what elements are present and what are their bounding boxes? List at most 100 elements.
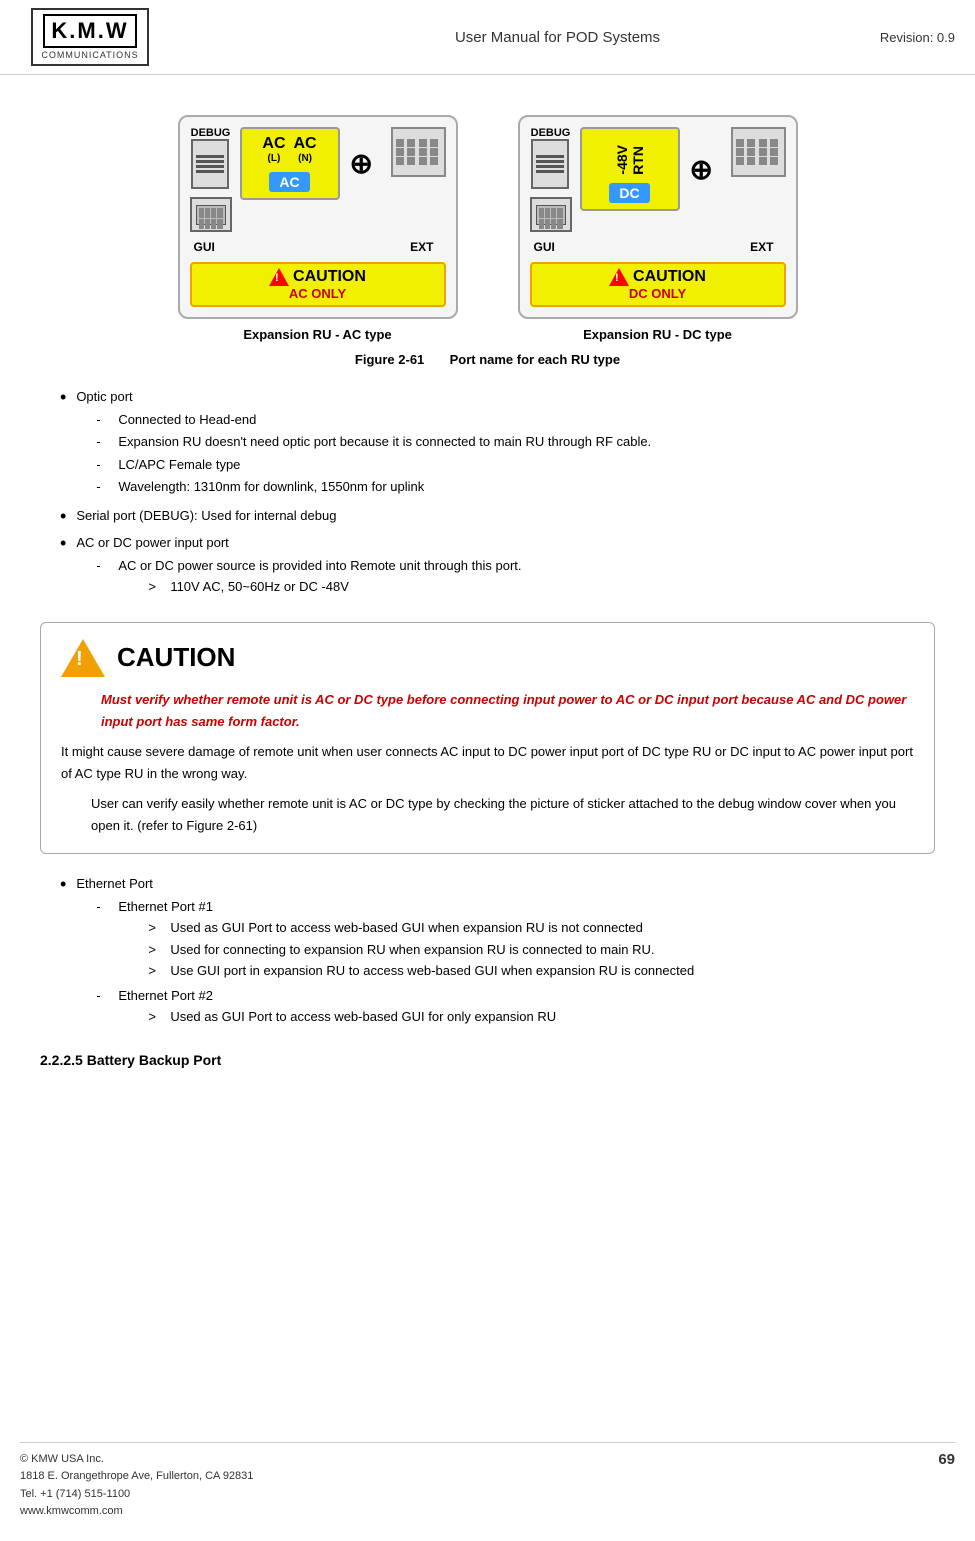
section-heading: 2.2.2.5 Battery Backup Port bbox=[40, 1052, 935, 1068]
caption-text: Port name for each RU type bbox=[450, 352, 621, 367]
caution-body2: User can verify easily whether remote un… bbox=[91, 793, 914, 837]
dc-debug-port bbox=[531, 139, 569, 189]
logo-area: K.M.W COMMUNICATIONS bbox=[20, 8, 160, 66]
ac-ext-label: EXT bbox=[410, 240, 433, 254]
power-sub-list: - AC or DC power source is provided into… bbox=[96, 556, 935, 599]
bullet-dot-3: • bbox=[60, 533, 66, 555]
ac-caution-badge: CAUTION AC ONLY bbox=[190, 262, 446, 307]
ac-gui-ext-row: GUI EXT bbox=[190, 240, 446, 254]
logo-comm: COMMUNICATIONS bbox=[41, 50, 138, 60]
eth-sub-list: - Ethernet Port #1 > Used as GUI Port to… bbox=[96, 897, 935, 1029]
dc-ext-port bbox=[731, 127, 786, 177]
dc-ru-box: DEBUG bbox=[518, 115, 798, 319]
optic-port-text: Optic port - Connected to Head-end - Exp… bbox=[76, 387, 935, 500]
optic-sub-3: - LC/APC Female type bbox=[96, 455, 935, 475]
eth-port2-sub: > Used as GUI Port to access web-based G… bbox=[148, 1007, 935, 1027]
ac-debug-label: DEBUG bbox=[191, 127, 231, 139]
figures-row: DEBUG bbox=[40, 115, 935, 342]
ac-caution-triangle-icon bbox=[269, 268, 289, 286]
dc-caution-text: CAUTION bbox=[633, 268, 706, 286]
footer-left: © KMW USA Inc. 1818 E. Orangethrope Ave,… bbox=[20, 1451, 253, 1521]
bullet-dot-eth: • bbox=[60, 874, 66, 896]
ac-caution-text: CAUTION bbox=[293, 268, 366, 286]
ac-type-label: Expansion RU - AC type bbox=[243, 327, 391, 342]
dc-gui-label: GUI bbox=[534, 240, 555, 254]
eth-port1-sub-1: > Used as GUI Port to access web-based G… bbox=[148, 918, 935, 938]
eth-port1-sub-3: > Use GUI port in expansion RU to access… bbox=[148, 961, 935, 981]
header-revision: Revision: 0.9 bbox=[880, 30, 955, 45]
ac-badge: AC bbox=[269, 172, 309, 192]
bullet-list-1: • Optic port - Connected to Head-end - E… bbox=[40, 387, 935, 602]
power-110v: > 110V AC, 50~60Hz or DC -48V bbox=[148, 577, 935, 597]
power-port-text: AC or DC power input port - AC or DC pow… bbox=[76, 533, 935, 602]
dc-ru-center: -48V RTN DC ⊕ bbox=[580, 127, 723, 211]
dc-ethernet-port bbox=[530, 197, 572, 232]
dc-caution-triangle-icon bbox=[609, 268, 629, 286]
footer-tel: Tel. +1 (714) 515-1100 bbox=[20, 1486, 253, 1504]
eth-port-1: - Ethernet Port #1 > Used as GUI Port to… bbox=[96, 897, 935, 983]
serial-port-text: Serial port (DEBUG): Used for internal d… bbox=[76, 506, 935, 526]
optic-sub-list: - Connected to Head-end - Expansion RU d… bbox=[96, 410, 935, 497]
bullet-ethernet-port: • Ethernet Port - Ethernet Port #1 > Use… bbox=[40, 874, 935, 1032]
dc-caution-badge: CAUTION DC ONLY bbox=[530, 262, 786, 307]
caution-box-body: Must verify whether remote unit is AC or… bbox=[61, 689, 914, 838]
power-sub-sub-list: > 110V AC, 50~60Hz or DC -48V bbox=[148, 577, 935, 597]
power-sub-1: - AC or DC power source is provided into… bbox=[96, 556, 935, 599]
optic-sub-2: - Expansion RU doesn't need optic port b… bbox=[96, 432, 935, 452]
optic-sub-4: - Wavelength: 1310nm for downlink, 1550n… bbox=[96, 477, 935, 497]
caution-body1: It might cause severe damage of remote u… bbox=[61, 741, 914, 785]
dc-gui-ext-row: GUI EXT bbox=[530, 240, 786, 254]
eth-port1-sub-2: > Used for connecting to expansion RU wh… bbox=[148, 940, 935, 960]
dc-connector-symbol: ⊕ bbox=[690, 153, 713, 186]
dc-ru-left: DEBUG bbox=[530, 127, 572, 232]
ac-gui-label: GUI bbox=[194, 240, 215, 254]
caution-box-title: CAUTION bbox=[117, 642, 235, 673]
dc-power-block: -48V RTN DC bbox=[580, 127, 680, 211]
caution-italic-text: Must verify whether remote unit is AC or… bbox=[101, 692, 906, 729]
header-title: User Manual for POD Systems bbox=[160, 29, 955, 46]
logo-box: K.M.W COMMUNICATIONS bbox=[31, 8, 148, 66]
ac-ext-port bbox=[391, 127, 446, 177]
ac-ru-box: DEBUG bbox=[178, 115, 458, 319]
ethernet-port-text: Ethernet Port - Ethernet Port #1 > Used … bbox=[76, 874, 935, 1032]
ac-power-block: AC (L) AC (N) AC bbox=[240, 127, 340, 200]
dc-caution-sub: DC ONLY bbox=[629, 286, 686, 301]
ac-ru-center: AC (L) AC (N) AC ⊕ bbox=[240, 127, 383, 200]
caution-box-header: CAUTION bbox=[61, 639, 914, 677]
footer-page: 69 bbox=[938, 1451, 955, 1468]
ac-ethernet-port bbox=[190, 197, 232, 232]
caution-box: CAUTION Must verify whether remote unit … bbox=[40, 622, 935, 855]
bullet-power-port: • AC or DC power input port - AC or DC p… bbox=[40, 533, 935, 602]
dc-debug-label: DEBUG bbox=[531, 127, 571, 139]
ac-connector-symbol: ⊕ bbox=[350, 147, 373, 180]
dc-type-label: Expansion RU - DC type bbox=[583, 327, 732, 342]
dc-type-diagram: DEBUG bbox=[518, 115, 798, 342]
main-content: DEBUG bbox=[0, 75, 975, 1096]
footer-website: www.kmwcomm.com bbox=[20, 1503, 253, 1521]
ac-ru-left: DEBUG bbox=[190, 127, 232, 232]
dc-badge: DC bbox=[609, 183, 649, 203]
dc-rtn-label: RTN bbox=[631, 146, 645, 175]
dc-ext-label: EXT bbox=[750, 240, 773, 254]
logo-kmw: K.M.W bbox=[43, 14, 136, 48]
page-footer: © KMW USA Inc. 1818 E. Orangethrope Ave,… bbox=[20, 1442, 955, 1521]
ac-caution-sub: AC ONLY bbox=[289, 286, 346, 301]
bullet-serial-port: • Serial port (DEBUG): Used for internal… bbox=[40, 506, 935, 528]
figure-caption: Figure 2-61 Port name for each RU type bbox=[40, 352, 935, 367]
footer-address: 1818 E. Orangethrope Ave, Fullerton, CA … bbox=[20, 1468, 253, 1486]
bullet-optic-port: • Optic port - Connected to Head-end - E… bbox=[40, 387, 935, 500]
eth-port-2: - Ethernet Port #2 > Used as GUI Port to… bbox=[96, 986, 935, 1029]
ac-debug-port bbox=[191, 139, 229, 189]
bullet-list-2: • Ethernet Port - Ethernet Port #1 > Use… bbox=[40, 874, 935, 1032]
eth-port1-sub: > Used as GUI Port to access web-based G… bbox=[148, 918, 935, 981]
caution-box-triangle-icon bbox=[61, 639, 105, 677]
bullet-dot-1: • bbox=[60, 387, 66, 409]
ac-type-diagram: DEBUG bbox=[178, 115, 458, 342]
dc-48v-label: -48V bbox=[615, 145, 629, 175]
page-header: K.M.W COMMUNICATIONS User Manual for POD… bbox=[0, 0, 975, 75]
optic-sub-1: - Connected to Head-end bbox=[96, 410, 935, 430]
eth-port2-sub-1: > Used as GUI Port to access web-based G… bbox=[148, 1007, 935, 1027]
caption-num: Figure 2-61 bbox=[355, 352, 424, 367]
footer-company: © KMW USA Inc. bbox=[20, 1451, 253, 1469]
bullet-dot-2: • bbox=[60, 506, 66, 528]
